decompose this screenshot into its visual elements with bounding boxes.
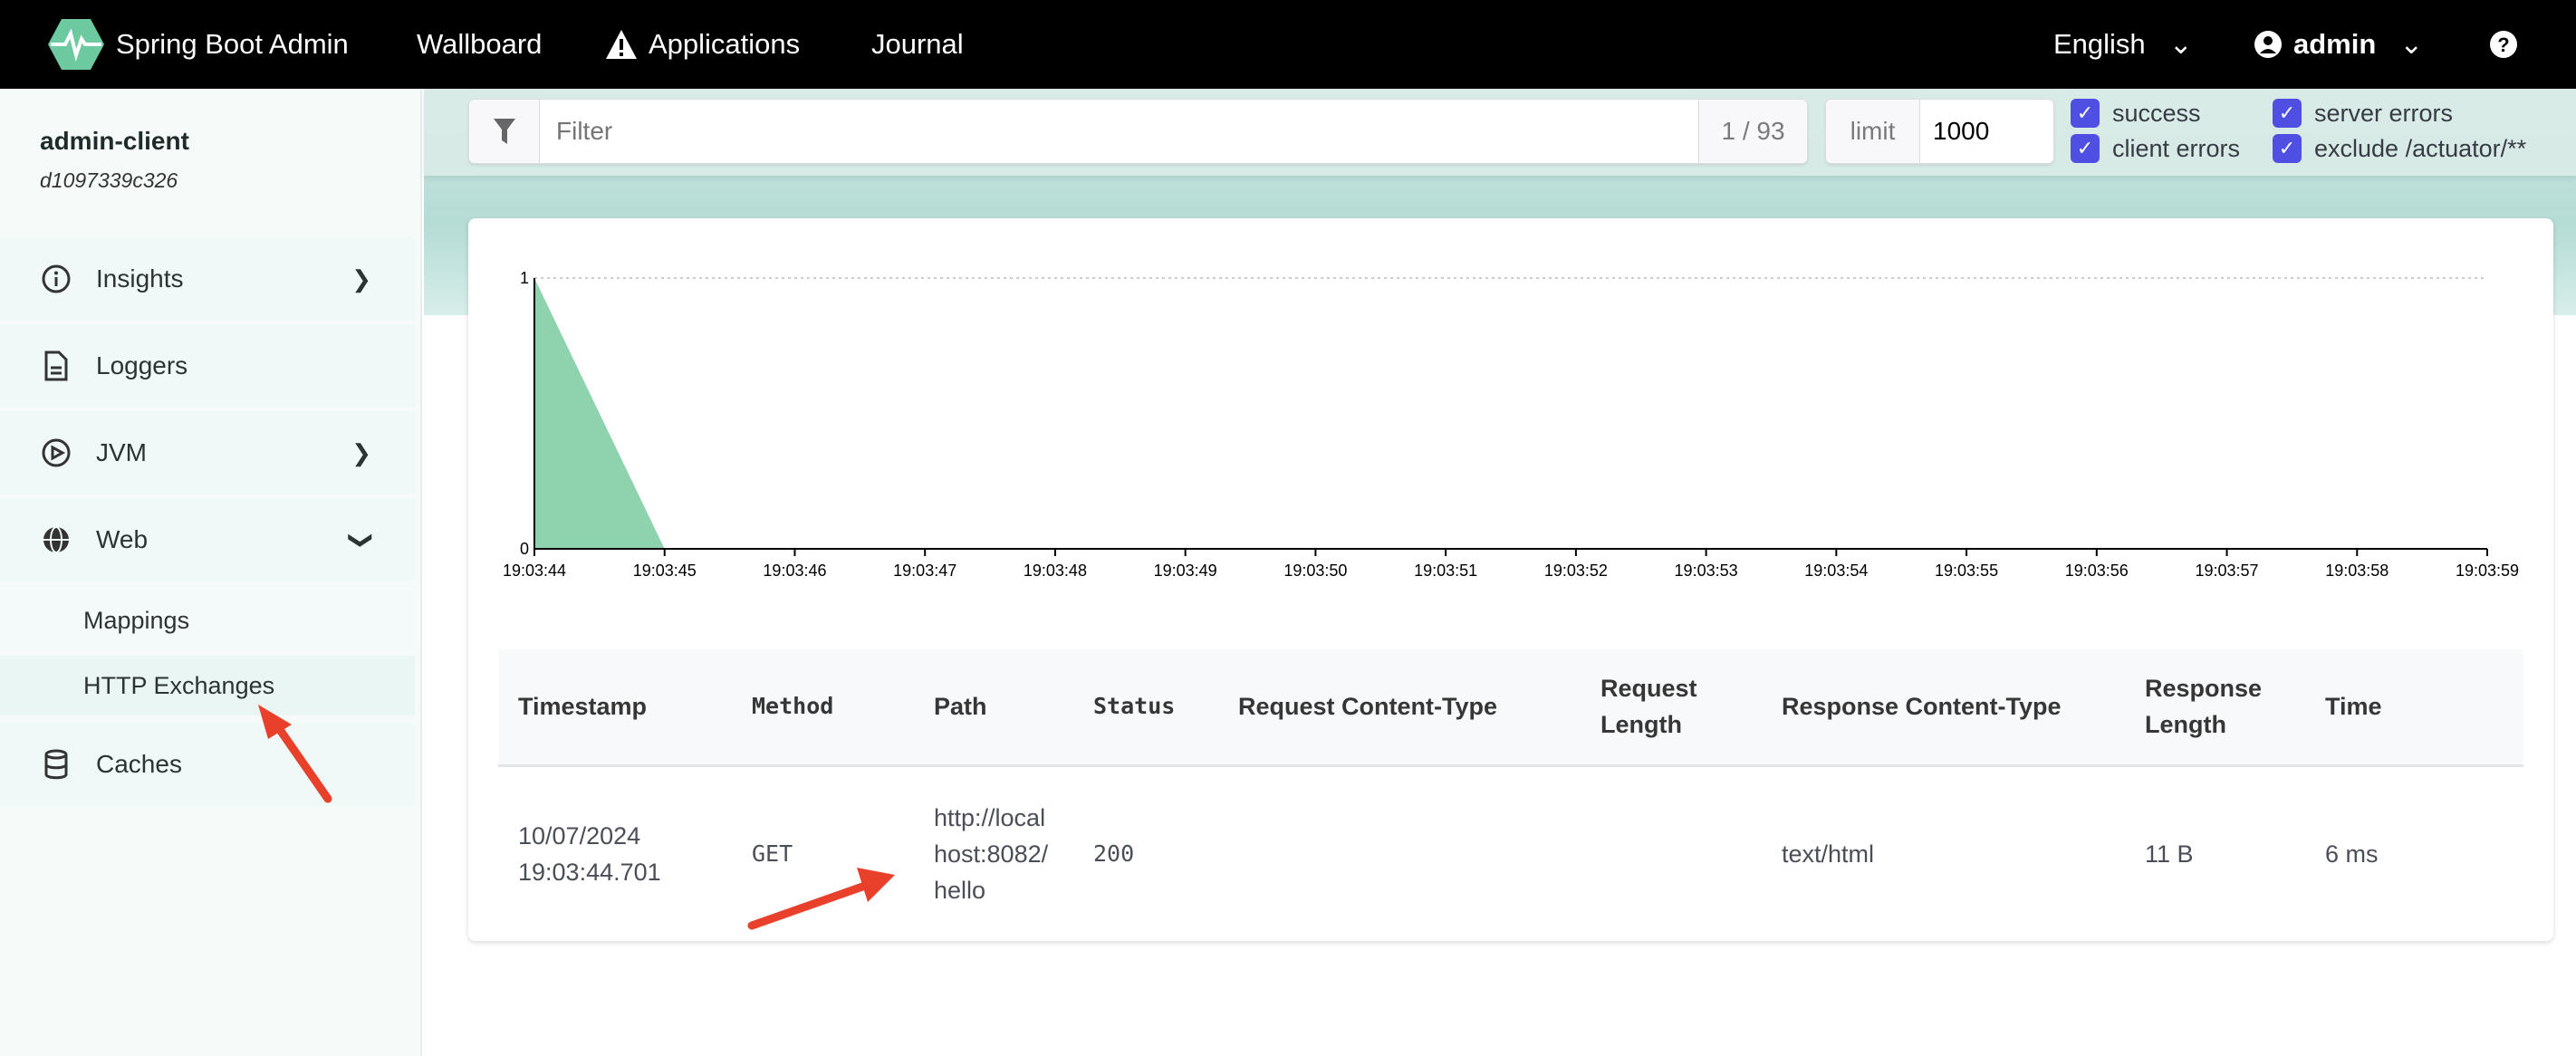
red-arrow-annotation <box>747 868 895 930</box>
annotation-arrows <box>258 705 895 930</box>
red-arrow-annotation <box>258 705 332 803</box>
